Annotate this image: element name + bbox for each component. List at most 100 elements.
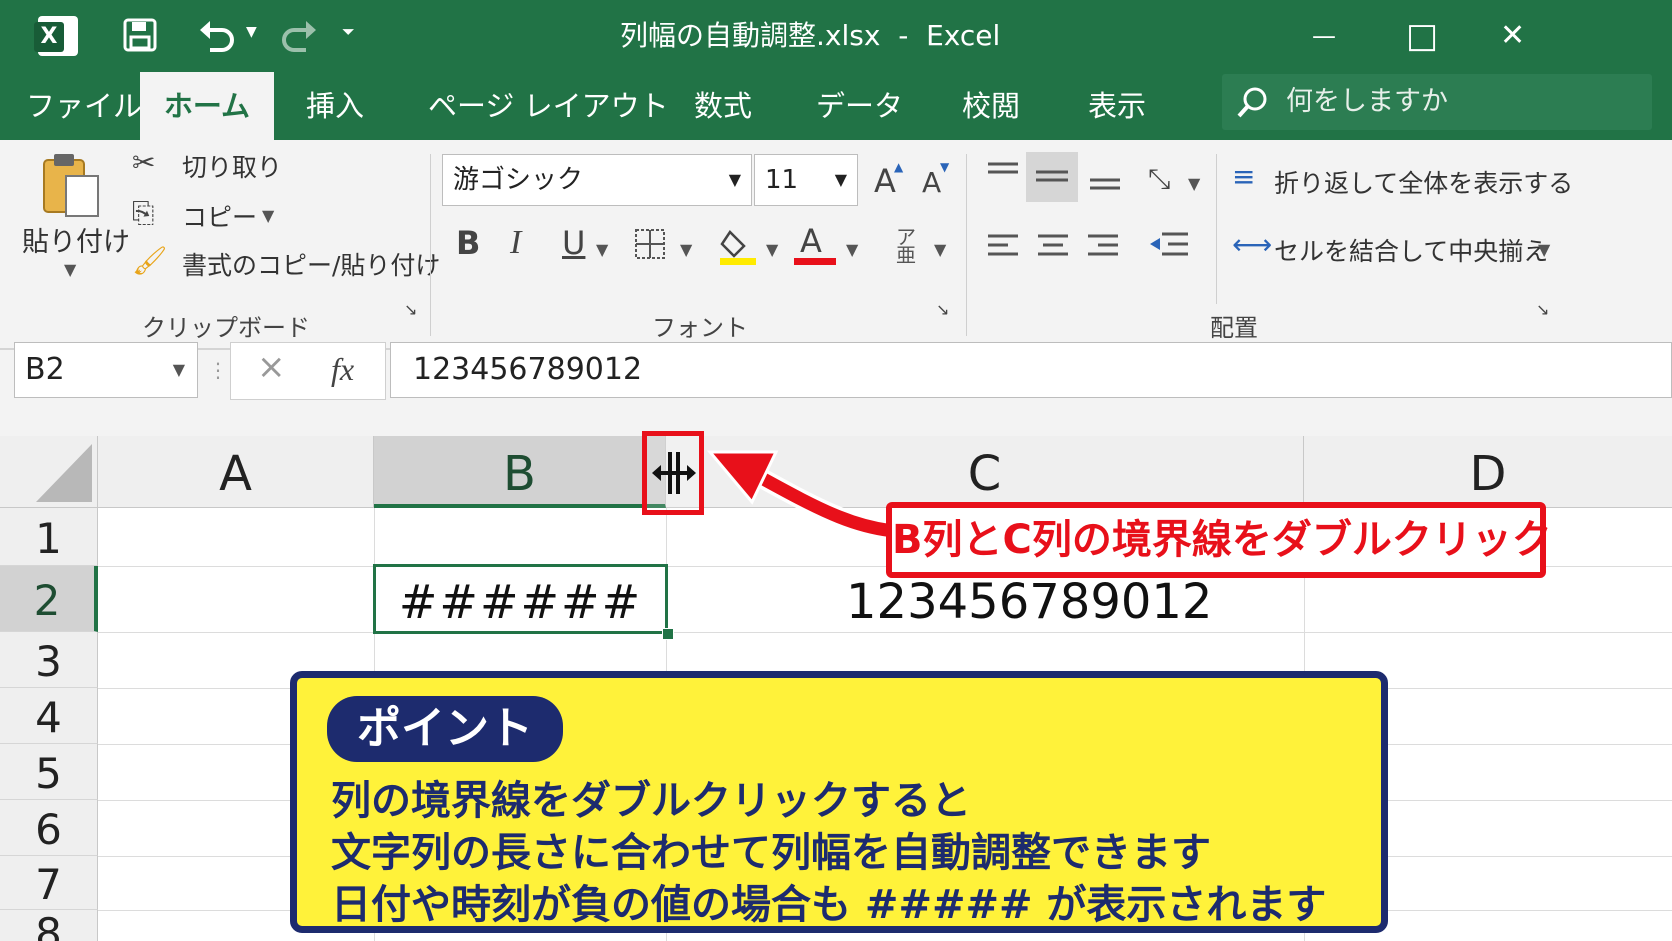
- tab-file[interactable]: ファイル: [26, 72, 142, 140]
- fill-handle[interactable]: [662, 628, 674, 640]
- shrink-font-icon[interactable]: A: [922, 166, 941, 199]
- wrap-text-icon[interactable]: ≡: [1232, 160, 1255, 193]
- name-box-dropdown-icon[interactable]: ▼: [173, 343, 185, 397]
- format-painter-label[interactable]: 書式のコピー/貼り付け: [182, 246, 440, 282]
- orientation-dropdown-icon[interactable]: ▼: [1188, 174, 1200, 193]
- font-launcher-icon[interactable]: ↘: [936, 300, 949, 319]
- alignment-group-name: 配置: [1210, 314, 1258, 342]
- customize-qat-icon[interactable]: ⏷: [342, 22, 355, 42]
- font-size-box[interactable]: 11 ▼: [754, 154, 858, 206]
- app-icon-letter: X: [34, 22, 64, 52]
- row-header-8[interactable]: 8: [0, 910, 98, 941]
- undo-icon[interactable]: [196, 16, 236, 54]
- format-painter-icon[interactable]: 🖌: [132, 244, 168, 277]
- row-header-5[interactable]: 5: [0, 744, 98, 800]
- paste-dropdown-icon[interactable]: ▼: [64, 260, 76, 279]
- grow-font-icon[interactable]: A: [874, 162, 896, 200]
- tab-review[interactable]: 校閲: [962, 72, 1020, 140]
- merge-center-icon[interactable]: ⟷: [1232, 228, 1272, 261]
- point-line-1: 列の境界線をダブルクリックすると: [331, 778, 971, 824]
- row-header-6[interactable]: 6: [0, 800, 98, 856]
- callout-red-text: B列とC列の境界線をダブルクリック: [892, 517, 1552, 563]
- column-resize-cursor-icon[interactable]: [652, 448, 696, 502]
- align-middle-icon[interactable]: [1026, 152, 1078, 202]
- column-header-a[interactable]: A: [98, 436, 374, 508]
- font-color-icon[interactable]: A: [800, 222, 822, 260]
- title-bar: X ▼ ⏷ 列幅の自動調整.xlsx - Excel — □ ✕: [0, 0, 1672, 72]
- grid-line: [98, 632, 1672, 633]
- insert-function-icon[interactable]: fx: [331, 351, 354, 388]
- redo-icon[interactable]: [280, 16, 320, 54]
- font-size-value: 11: [765, 165, 799, 195]
- phonetic-guide-icon[interactable]: ア亜: [896, 227, 916, 265]
- font-size-dropdown-icon[interactable]: ▼: [835, 155, 847, 205]
- formula-input[interactable]: 123456789012: [390, 342, 1672, 398]
- cell-c2-value[interactable]: 123456789012: [846, 574, 1212, 630]
- cancel-entry-icon[interactable]: ×: [257, 347, 286, 387]
- tab-data[interactable]: データ: [816, 72, 903, 140]
- maximize-button[interactable]: □: [1406, 0, 1438, 72]
- font-name-value: 游ゴシック: [453, 165, 584, 195]
- underline-dropdown-icon[interactable]: ▼: [596, 240, 608, 259]
- formula-bar-area: B2 ▼ ⋮ × fx 123456789012: [0, 342, 1672, 436]
- borders-dropdown-icon[interactable]: ▼: [680, 240, 692, 259]
- save-icon[interactable]: [123, 18, 157, 52]
- shrink-font-arrow-icon: ▼: [940, 160, 950, 174]
- italic-button[interactable]: I: [510, 224, 521, 262]
- excel-app-icon[interactable]: X: [34, 16, 78, 56]
- paste-icon[interactable]: [40, 150, 102, 220]
- tab-insert[interactable]: 挿入: [306, 72, 364, 140]
- name-box[interactable]: B2 ▼: [14, 342, 198, 398]
- point-badge: ポイント: [327, 696, 563, 762]
- minimize-button[interactable]: —: [1312, 0, 1336, 72]
- font-name-box[interactable]: 游ゴシック ▼: [442, 154, 752, 206]
- bold-button[interactable]: B: [456, 224, 480, 262]
- phonetic-dropdown-icon[interactable]: ▼: [934, 240, 946, 259]
- copy-label[interactable]: コピー: [182, 198, 257, 234]
- tell-me-search[interactable]: 何をしますか: [1222, 74, 1652, 130]
- wrap-text-label[interactable]: 折り返して全体を表示する: [1274, 164, 1573, 200]
- row-header-3[interactable]: 3: [0, 632, 98, 688]
- merge-center-dropdown-icon[interactable]: ▼: [1538, 240, 1550, 259]
- fill-color-dropdown-icon[interactable]: ▼: [766, 240, 778, 259]
- fill-color-icon[interactable]: [720, 226, 760, 270]
- cell-b2-value: ######: [398, 575, 643, 629]
- align-right-icon[interactable]: [1086, 232, 1120, 266]
- merge-center-label[interactable]: セルを結合して中央揃え: [1274, 232, 1548, 268]
- copy-dropdown-icon[interactable]: ▼: [262, 206, 274, 225]
- align-center-icon[interactable]: [1036, 232, 1070, 266]
- clipboard-launcher-icon[interactable]: ↘: [404, 300, 417, 319]
- select-all-corner[interactable]: [0, 436, 98, 508]
- alignment-launcher-icon[interactable]: ↘: [1536, 300, 1549, 319]
- tab-formulas[interactable]: 数式: [694, 72, 752, 140]
- font-name-dropdown-icon[interactable]: ▼: [729, 155, 741, 205]
- tab-view[interactable]: 表示: [1088, 72, 1146, 140]
- cut-label[interactable]: 切り取り: [182, 148, 282, 184]
- point-line-3: 日付や時刻が負の値の場合も ##### が表示されます: [331, 882, 1327, 928]
- borders-icon[interactable]: [634, 228, 666, 264]
- align-bottom-icon[interactable]: [1088, 172, 1122, 200]
- formula-bar-divider-icon: ⋮: [208, 358, 228, 382]
- row-header-1[interactable]: 1: [0, 508, 98, 566]
- column-header-b[interactable]: B: [374, 436, 666, 508]
- font-color-dropdown-icon[interactable]: ▼: [846, 240, 858, 259]
- close-button[interactable]: ✕: [1500, 0, 1525, 72]
- orientation-icon[interactable]: ⤡: [1148, 162, 1170, 196]
- row-header-7[interactable]: 7: [0, 856, 98, 910]
- cell-b2-selected[interactable]: ######: [373, 564, 668, 634]
- tab-home[interactable]: ホーム: [140, 72, 274, 140]
- underline-button[interactable]: U: [562, 224, 585, 262]
- decrease-indent-icon[interactable]: [1148, 230, 1190, 266]
- row-header-2[interactable]: 2: [0, 566, 98, 632]
- point-box: ポイント 列の境界線をダブルクリックすると 文字列の長さに合わせて列幅を自動調整…: [290, 671, 1388, 933]
- paste-label[interactable]: 貼り付け: [22, 220, 130, 259]
- cut-icon[interactable]: ✂: [132, 146, 155, 179]
- search-icon: [1236, 86, 1270, 124]
- copy-icon[interactable]: ⎘: [132, 196, 154, 230]
- column-header-d[interactable]: D: [1304, 436, 1672, 508]
- align-left-icon[interactable]: [986, 232, 1020, 266]
- row-header-4[interactable]: 4: [0, 688, 98, 744]
- align-top-icon[interactable]: [986, 160, 1020, 188]
- tab-page-layout[interactable]: ページ レイアウト: [428, 72, 669, 140]
- undo-dropdown-icon[interactable]: ▼: [246, 24, 257, 40]
